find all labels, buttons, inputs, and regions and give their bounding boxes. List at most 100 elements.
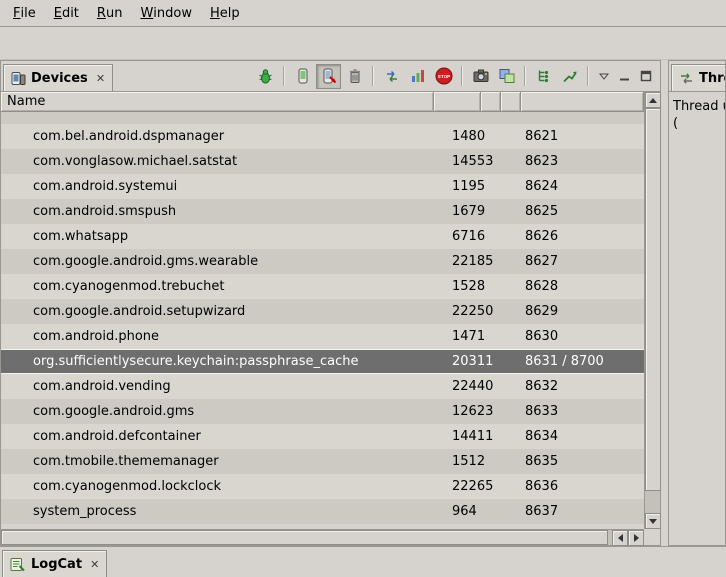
- process-pid: 12623: [434, 404, 481, 419]
- process-port: 8623: [521, 154, 644, 169]
- right-arrow-icon: [634, 534, 639, 542]
- process-pid: 6716: [434, 229, 481, 244]
- tab-threads[interactable]: Threads ✕: [671, 64, 726, 91]
- process-name: com.whatsapp: [1, 229, 434, 244]
- process-pid: 22440: [434, 379, 481, 394]
- process-row[interactable]: com.google.android.gms.wearable221858627: [1, 249, 644, 274]
- process-row-partial: [1, 112, 644, 124]
- process-port: 8630: [521, 329, 644, 344]
- scroll-up-button[interactable]: [645, 92, 661, 108]
- logcat-tab-label: LogCat: [31, 557, 82, 572]
- process-pid: 1471: [434, 329, 481, 344]
- process-pid: 1528: [434, 279, 481, 294]
- process-port: 8624: [521, 179, 644, 194]
- process-list: com.bel.android.dspmanager14808621com.vo…: [1, 112, 644, 524]
- ui-hierarchy-icon[interactable]: [494, 64, 519, 89]
- process-port: 8631 / 8700: [521, 354, 644, 369]
- menu-file[interactable]: File: [4, 0, 45, 26]
- process-row[interactable]: com.android.phone14718630: [1, 324, 644, 349]
- process-pid: 14553: [434, 154, 481, 169]
- process-pid: 22265: [434, 479, 481, 494]
- tab-devices[interactable]: Devices ✕: [3, 64, 113, 91]
- horizontal-scrollbar[interactable]: [1, 529, 644, 545]
- process-row[interactable]: com.cyanogenmod.trebuchet15288628: [1, 274, 644, 299]
- logcat-tab-close-icon[interactable]: ✕: [90, 558, 99, 571]
- process-row[interactable]: com.android.defcontainer144118634: [1, 424, 644, 449]
- v-scrollbar-trough[interactable]: [645, 108, 660, 513]
- process-port: 8634: [521, 429, 644, 444]
- process-port: 8627: [521, 254, 644, 269]
- dump-hprof-icon[interactable]: [316, 64, 341, 89]
- devices-toolbar: STOP: [253, 61, 660, 91]
- stop-process-icon[interactable]: STOP: [431, 64, 456, 89]
- column-header-2[interactable]: [481, 92, 501, 111]
- devices-table-area: Name com.bel.android.dspmanager14808621c…: [1, 92, 660, 545]
- update-threads-icon[interactable]: [379, 64, 404, 89]
- toolbar-separator: [524, 66, 526, 86]
- logcat-bar: LogCat ✕: [0, 546, 726, 577]
- process-row[interactable]: system_process9648637: [1, 499, 644, 524]
- column-header-4[interactable]: [521, 92, 644, 111]
- threads-message-line1: Thread up: [673, 98, 721, 115]
- tree-capture-icon[interactable]: [557, 64, 582, 89]
- update-heap-icon[interactable]: [290, 64, 315, 89]
- tree-overview-icon[interactable]: [531, 64, 556, 89]
- process-row[interactable]: com.android.smspush16798625: [1, 199, 644, 224]
- process-row[interactable]: org.sufficientlysecure.keychain:passphra…: [1, 349, 644, 374]
- column-header-name[interactable]: Name: [1, 92, 434, 111]
- tab-logcat[interactable]: LogCat ✕: [2, 550, 107, 577]
- threads-panel: Threads ✕ Thread up (: [668, 60, 726, 546]
- process-row[interactable]: com.bel.android.dspmanager14808621: [1, 124, 644, 149]
- process-row[interactable]: com.whatsapp67168626: [1, 224, 644, 249]
- h-scrollbar-thumb[interactable]: [1, 530, 608, 545]
- column-header-1[interactable]: [434, 92, 481, 111]
- menu-window[interactable]: Window: [131, 0, 201, 26]
- menu-run[interactable]: Run: [88, 0, 132, 26]
- column-header-3[interactable]: [501, 92, 521, 111]
- menu-help[interactable]: Help: [201, 0, 249, 26]
- process-port: 8621: [521, 129, 644, 144]
- devices-tab-close-icon[interactable]: ✕: [96, 72, 105, 85]
- process-row[interactable]: com.google.android.setupwizard222508629: [1, 299, 644, 324]
- process-pid: 1512: [434, 454, 481, 469]
- process-row[interactable]: com.tmobile.thememanager1512 8635: [1, 449, 644, 474]
- process-row[interactable]: com.vonglasow.michael.satstat145538623: [1, 149, 644, 174]
- scroll-left-button[interactable]: [612, 530, 628, 546]
- process-port: 8633: [521, 404, 644, 419]
- scroll-right-button[interactable]: [628, 530, 644, 546]
- debug-process-icon[interactable]: [253, 64, 278, 89]
- process-row[interactable]: com.google.android.gms126238633: [1, 399, 644, 424]
- down-arrow-icon: [649, 519, 657, 524]
- toolbar-separator: [283, 66, 285, 86]
- menu-edit[interactable]: Edit: [45, 0, 88, 26]
- scroll-down-button[interactable]: [645, 513, 661, 529]
- process-name: com.android.vending: [1, 379, 434, 394]
- process-pid: 22250: [434, 304, 481, 319]
- process-row[interactable]: com.android.systemui11958624: [1, 174, 644, 199]
- method-profiling-icon[interactable]: [405, 64, 430, 89]
- view-menu-icon[interactable]: [594, 66, 614, 86]
- v-scrollbar-thumb[interactable]: [645, 108, 661, 491]
- process-pid: 964: [434, 504, 481, 519]
- process-port: 8628: [521, 279, 644, 294]
- process-port: 8625: [521, 204, 644, 219]
- process-pid: 20311: [434, 354, 481, 369]
- vertical-scrollbar[interactable]: [644, 92, 660, 529]
- minimize-icon[interactable]: [615, 66, 635, 86]
- ddms-window: FileEditRunWindowHelp Devices ✕ STOP Nam…: [0, 0, 726, 577]
- panel-sash[interactable]: [661, 60, 668, 546]
- cause-gc-icon[interactable]: [342, 64, 367, 89]
- process-name: com.google.android.setupwizard: [1, 304, 434, 319]
- up-arrow-icon: [649, 98, 657, 103]
- maximize-icon[interactable]: [636, 66, 656, 86]
- process-name: com.tmobile.thememanager: [1, 454, 434, 469]
- process-port: 8632: [521, 379, 644, 394]
- screen-capture-icon[interactable]: [468, 64, 493, 89]
- process-pid: 1195: [434, 179, 481, 194]
- process-row[interactable]: com.android.vending22440 8632: [1, 374, 644, 399]
- toolbar-separator: [372, 66, 374, 86]
- process-row[interactable]: com.cyanogenmod.lockclock222658636: [1, 474, 644, 499]
- devices-tab-icon: [11, 71, 26, 86]
- process-port: 8635: [521, 454, 644, 469]
- h-scrollbar-trough[interactable]: [1, 530, 612, 545]
